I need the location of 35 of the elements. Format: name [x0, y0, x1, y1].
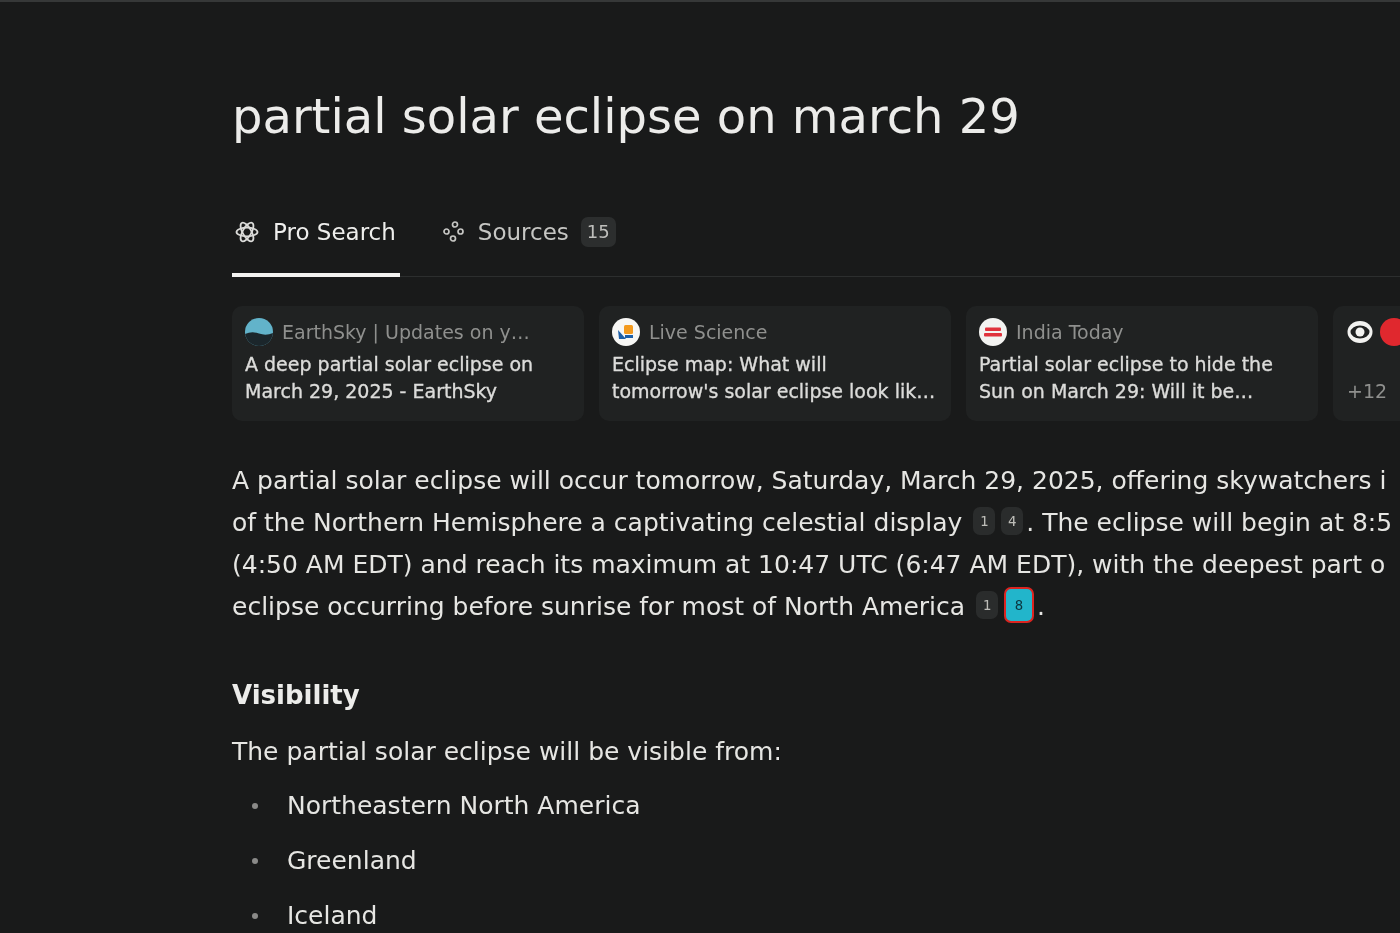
source-card[interactable]: Live Science Eclipse map: What will tomorrow's solar eclipse look lik…: [599, 306, 951, 421]
tab[interactable]: Sources 15: [439, 190, 620, 277]
source-name: EarthSky | Updates on y…: [282, 320, 530, 346]
citation-link[interactable]: 8: [1004, 587, 1034, 623]
source-card[interactable]: EarthSky | Updates on y… A deep partial solar eclipse on March 29, 2025 - EarthSky: [232, 306, 584, 421]
dots-icon: [442, 221, 464, 242]
circle-logo-icon: [1380, 318, 1400, 346]
citation-link[interactable]: 1: [976, 591, 998, 619]
count-badge: 15: [580, 216, 616, 247]
source-title: Eclipse map: What will tomorrow's solar eclipse look lik…: [612, 352, 936, 404]
section-intro: The partial solar eclipse will be visible from:: [232, 736, 782, 768]
eye-icon: [1347, 318, 1373, 346]
source-name: Live Science: [649, 320, 768, 345]
list-item-text: Northeastern North America: [287, 790, 641, 822]
more-sources-card[interactable]: +12: [1333, 306, 1400, 421]
orbit-icon: [235, 219, 259, 244]
landscape-favicon-icon: [245, 318, 273, 346]
source-card[interactable]: India Today Partial solar eclipse to hide the Sun on March 29: Will it be…: [966, 306, 1318, 421]
tab[interactable]: Pro Search: [232, 190, 400, 277]
logo-favicon-icon: [612, 318, 640, 346]
citation-link[interactable]: 4: [1001, 507, 1024, 535]
list-item-text: Greenland: [287, 845, 417, 877]
source-title: Partial solar eclipse to hide the Sun on March 29: Will it be…: [979, 352, 1273, 404]
logo-favicon-icon: [979, 318, 1007, 346]
citation-link[interactable]: 1: [973, 507, 996, 535]
page-title: partial solar eclipse on march 29: [232, 87, 1020, 145]
source-title: A deep partial solar eclipse on March 29, 2025 - EarthSky: [245, 352, 534, 404]
section-heading: Visibility: [232, 679, 360, 712]
bullet-icon: [252, 858, 258, 864]
more-sources-count: +12: [1347, 379, 1388, 404]
source-name: India Today: [1016, 320, 1124, 345]
bullet-icon: [252, 913, 258, 919]
answer-paragraph: A partial solar eclipse will occur tomorrow, Saturday, March 29, 2025, offering skywatchers i of the Northern Hemisphere a captivating celestial display 1 4 . The eclipse will begin at 8:5 (4:50 AM EDT) and reach its maximum at 10:47 UTC (6:47 AM EDT), with the deepest part o eclipse occurring before sunrise for most of North America 1 8 .: [232, 465, 1393, 625]
bullet-icon: [252, 803, 258, 809]
list-item-text: Iceland: [287, 900, 378, 932]
